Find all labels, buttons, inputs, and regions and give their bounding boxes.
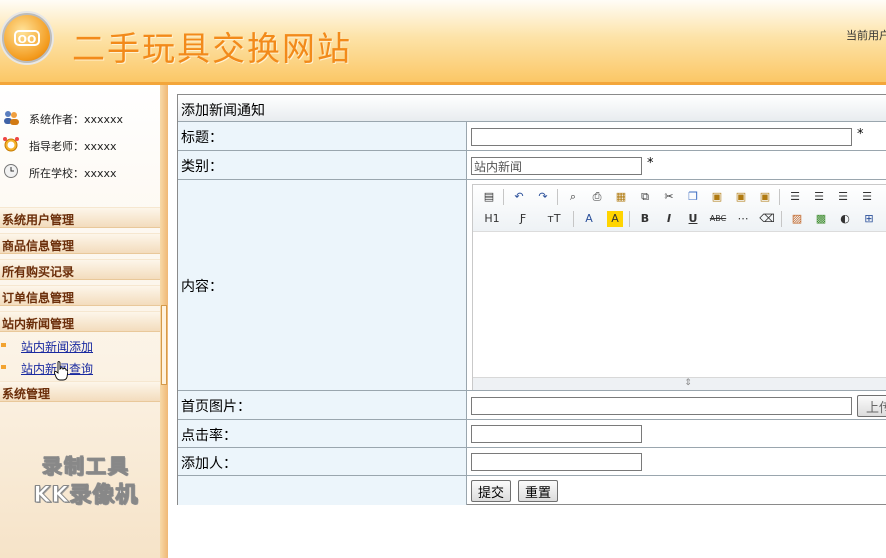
paste-text-icon[interactable]: ▣ — [733, 189, 749, 205]
menu-goods-info[interactable]: 商品信息管理 — [0, 233, 160, 254]
category-cell: * — [467, 151, 886, 180]
reset-button[interactable]: 重置 — [518, 480, 559, 502]
alarm-clock-icon — [3, 137, 19, 152]
bold-button[interactable]: B — [637, 211, 653, 227]
media-icon[interactable]: ◐ — [837, 211, 853, 227]
title-input[interactable] — [471, 128, 852, 146]
paste-word-icon[interactable]: ⧉ — [637, 189, 653, 205]
buttons-cell: 提交 重置 — [467, 476, 886, 505]
form-title: 添加新闻通知 — [178, 95, 886, 122]
menu-news-management[interactable]: 站内新闻管理 — [0, 311, 160, 332]
watermark-line2: KK录像机 — [33, 483, 139, 509]
strikethrough-button[interactable]: ABC — [707, 211, 729, 227]
image-cell: 上传 — [467, 391, 886, 420]
watermark: 录制工具 KK录像机 — [16, 450, 156, 509]
font-family-button[interactable]: Ƒ — [513, 211, 533, 227]
image-label: 首页图片： — [178, 391, 467, 420]
news-form: 添加新闻通知 标题： * 类别： * 内容： 首页图片： 上传 点击率： 添加人… — [177, 94, 886, 505]
paste-format-icon[interactable]: ▣ — [757, 189, 773, 205]
preview-icon[interactable]: ⌕ — [565, 189, 581, 205]
source-icon[interactable]: ▤ — [481, 189, 497, 205]
template-icon[interactable]: ▦ — [613, 189, 629, 205]
title-label: 标题： — [178, 122, 467, 151]
toolbar-separator — [573, 211, 574, 227]
clicks-label: 点击率： — [178, 420, 467, 448]
required-mark: * — [857, 127, 864, 142]
hand-cursor-icon — [54, 361, 68, 381]
justify-icon[interactable]: ☰ — [859, 189, 875, 205]
sidebar-collapse-handle[interactable] — [161, 305, 167, 385]
editor-resize-handle[interactable]: ⇕ — [473, 377, 886, 390]
clock-icon — [4, 164, 18, 178]
flash-icon[interactable]: ▩ — [813, 211, 829, 227]
eraser-icon[interactable]: ⌫ — [759, 211, 775, 227]
align-center-icon[interactable]: ☰ — [811, 189, 827, 205]
upload-button[interactable]: 上传 — [857, 395, 886, 417]
align-left-icon[interactable]: ☰ — [787, 189, 803, 205]
title-cell: * — [467, 122, 886, 151]
toolbar-separator — [503, 189, 504, 205]
align-right-icon[interactable]: ☰ — [835, 189, 851, 205]
content-label: 内容： — [178, 180, 467, 391]
clicks-cell — [467, 420, 886, 448]
italic-button[interactable]: I — [661, 211, 677, 227]
category-input[interactable] — [471, 157, 642, 175]
clicks-input[interactable] — [471, 425, 642, 443]
heading-button[interactable]: H1 — [479, 211, 505, 227]
hr-icon[interactable]: ⋯ — [735, 211, 751, 227]
cut-icon[interactable]: ✂ — [661, 189, 677, 205]
image-path-input[interactable] — [471, 397, 852, 415]
toolbar-separator — [781, 211, 782, 227]
menu-system-users[interactable]: 系统用户管理 — [0, 207, 160, 228]
site-logo-icon: OO — [2, 13, 52, 63]
toolbar-separator — [557, 189, 558, 205]
bullet-icon — [1, 343, 6, 347]
menu-purchase-records[interactable]: 所有购买记录 — [0, 259, 160, 280]
site-title: 二手玩具交换网站 — [72, 29, 352, 68]
menu-order-info[interactable]: 订单信息管理 — [0, 285, 160, 306]
submit-button[interactable]: 提交 — [471, 480, 512, 502]
font-color-button[interactable]: A — [581, 211, 597, 227]
adder-input[interactable] — [471, 453, 642, 471]
users-icon — [4, 111, 19, 125]
underline-button[interactable]: U — [685, 211, 701, 227]
adder-label: 添加人： — [178, 448, 467, 476]
adder-cell — [467, 448, 886, 476]
buttons-label-cell — [178, 476, 467, 505]
print-icon[interactable]: ⎙ — [589, 189, 605, 205]
logo-text: OO — [14, 30, 40, 46]
news-add-link[interactable]: 站内新闻添加 — [21, 338, 93, 355]
info-school-label: 所在学校：xxxxx — [29, 167, 117, 180]
paste-icon[interactable]: ▣ — [709, 189, 725, 205]
font-size-button[interactable]: тT — [543, 211, 565, 227]
editor-content-area[interactable] — [473, 231, 886, 375]
rich-text-editor: ▤ ↶ ↷ ⌕ ⎙ ▦ ⧉ ✂ ❐ ▣ ▣ ▣ ☰ ☰ ☰ ☰ H1 Ƒ тT … — [472, 184, 886, 390]
redo-icon[interactable]: ↷ — [535, 189, 551, 205]
page-header: OO 二手玩具交换网站 当前用户 — [0, 0, 886, 85]
category-label: 类别： — [178, 151, 467, 180]
toolbar-separator — [779, 189, 780, 205]
menu-system-management[interactable]: 系统管理 — [0, 381, 160, 402]
editor-toolbar: ▤ ↶ ↷ ⌕ ⎙ ▦ ⧉ ✂ ❐ ▣ ▣ ▣ ☰ ☰ ☰ ☰ H1 Ƒ тT … — [473, 185, 886, 232]
current-user-label: 当前用户 — [846, 29, 886, 42]
copy-icon[interactable]: ❐ — [685, 189, 701, 205]
highlight-button[interactable]: A — [607, 211, 623, 227]
image-icon[interactable]: ▨ — [789, 211, 805, 227]
bullet-icon — [1, 365, 6, 369]
watermark-line1: 录制工具 — [42, 454, 130, 479]
toolbar-separator — [629, 211, 630, 227]
info-author-label: 系统作者：xxxxxx — [29, 113, 124, 126]
table-icon[interactable]: ⊞ — [861, 211, 877, 227]
required-mark: * — [647, 156, 654, 171]
info-teacher-label: 指导老师：xxxxx — [29, 140, 117, 153]
undo-icon[interactable]: ↶ — [511, 189, 527, 205]
